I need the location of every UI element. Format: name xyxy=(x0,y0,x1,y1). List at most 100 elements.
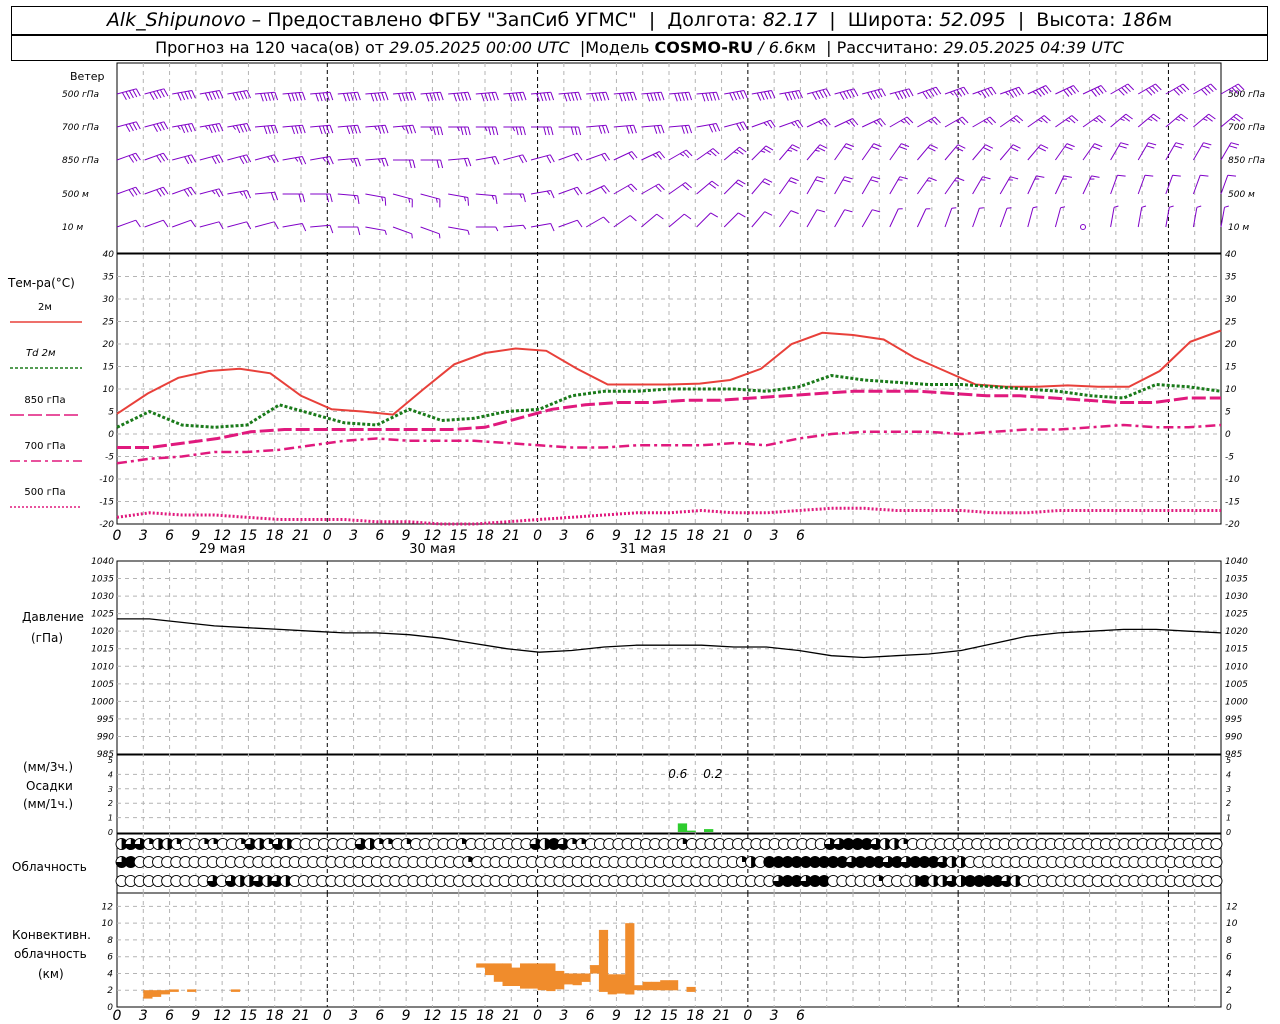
wind-barb-feather xyxy=(1120,118,1125,122)
wind-barb xyxy=(1080,224,1086,230)
wind-barb-feather xyxy=(682,151,690,159)
wind-barb-feather xyxy=(543,126,547,136)
wind-barb xyxy=(1054,143,1075,161)
convective-ytick-left: 4 xyxy=(107,969,113,979)
wind-barb xyxy=(116,219,141,228)
convective-bar xyxy=(230,989,241,992)
wind-barb-shaft xyxy=(944,116,963,128)
wind-barb-shaft xyxy=(806,144,821,161)
wind-barb-feather xyxy=(162,186,169,195)
day-label: 31 мая xyxy=(620,542,666,557)
wind-barb-feather xyxy=(302,193,306,203)
wind-barb xyxy=(1165,113,1189,128)
wind-barb-feather xyxy=(982,176,991,180)
temp-ytick-left: -5 xyxy=(105,453,114,463)
wind-barb xyxy=(778,177,799,195)
bottom-xtick: 12 xyxy=(213,1008,231,1024)
convective-bar xyxy=(476,963,486,968)
convective-bar xyxy=(537,963,547,991)
wind-barb-feather xyxy=(467,92,472,101)
wind-barb xyxy=(668,91,693,102)
temp-legend-label: 500 гПа xyxy=(24,487,65,498)
wind-barb-feather xyxy=(739,90,745,99)
pressure-ytick-left: 1010 xyxy=(91,662,114,672)
wind-barb-feather xyxy=(1120,142,1129,146)
pressure-ytick-left: 1030 xyxy=(91,592,114,602)
wind-barb xyxy=(723,146,747,161)
convective-bar xyxy=(520,963,530,989)
wind-barb-feather xyxy=(318,126,323,135)
wind-barb-shaft xyxy=(834,118,853,128)
wind-barb-shaft xyxy=(1220,175,1229,195)
wind-barb-feather xyxy=(760,92,765,101)
bottom-xtick: 18 xyxy=(686,1008,704,1024)
wind-barb-feather xyxy=(927,146,936,152)
wind-barb-feather xyxy=(294,157,299,162)
wind-barb-feather xyxy=(294,125,299,134)
bottom-xtick: 0 xyxy=(323,1008,332,1024)
wind-barb-feather xyxy=(849,119,856,127)
wind-barb-feather xyxy=(594,93,599,102)
wind-barb-feather xyxy=(1201,145,1210,149)
wind-barb-feather xyxy=(177,92,182,101)
temp-ytick-right: 20 xyxy=(1225,340,1237,350)
day-label: 30 мая xyxy=(409,542,455,557)
wind-barb xyxy=(1027,85,1052,97)
wind-barb-feather xyxy=(629,92,634,101)
wind-barb-feather xyxy=(377,92,382,101)
wind-barb-shaft xyxy=(475,193,496,197)
wind-barb xyxy=(365,157,389,167)
wind-barb-feather xyxy=(633,92,637,101)
wind-barb-feather xyxy=(128,189,135,197)
wind-barb-feather xyxy=(357,226,361,236)
temp-xtick: 0 xyxy=(113,528,122,544)
convective-bar xyxy=(493,963,503,982)
wind-barb-feather xyxy=(159,188,166,196)
wind-barb-feather xyxy=(1018,86,1025,95)
bottom-xtick: 0 xyxy=(533,1008,542,1024)
wind-barb xyxy=(613,91,637,102)
wind-barb-feather xyxy=(788,92,793,101)
wind-barb-feather xyxy=(211,91,217,100)
wind-barb xyxy=(834,88,859,101)
wind-barb-feather xyxy=(467,230,470,235)
wind-barb xyxy=(972,207,984,228)
wind-barb-feather xyxy=(1196,205,1202,208)
wind-barb-shaft xyxy=(641,183,659,195)
wind-barb-feather xyxy=(570,126,574,136)
wind-barb-feather xyxy=(573,154,580,162)
convective-bar xyxy=(590,965,600,974)
pressure-ytick-right: 1030 xyxy=(1225,592,1248,602)
temp-xtick: 21 xyxy=(292,528,310,544)
wind-barb-feather xyxy=(684,92,689,101)
wind-barb-feather xyxy=(412,92,417,101)
wind-barb-feather xyxy=(1040,117,1048,124)
wind-barb-feather xyxy=(350,92,354,101)
convective-axis-unit: (км) xyxy=(38,967,64,981)
wind-barb-feather xyxy=(681,125,685,134)
wind-barb-feather xyxy=(408,92,413,101)
wind-barb xyxy=(392,226,413,239)
wind-barb-feather xyxy=(1148,87,1156,94)
wind-barb-feather xyxy=(1230,142,1240,146)
wind-barb-feather xyxy=(522,126,526,136)
wind-barb-feather xyxy=(381,125,385,134)
wind-barb-feather xyxy=(1113,205,1119,208)
wind-barb xyxy=(861,176,881,195)
wind-barb-shaft xyxy=(779,144,793,161)
pressure-ytick-right: 1000 xyxy=(1225,697,1248,707)
wind-barb-feather xyxy=(495,226,499,232)
wind-barb xyxy=(806,144,828,161)
wind-barb xyxy=(558,219,583,228)
wind-barb-feather xyxy=(601,154,607,162)
wind-barb-shaft xyxy=(778,177,792,195)
wind-barb-feather xyxy=(844,176,853,180)
wind-barb-feather xyxy=(901,90,907,99)
convective-ytick-left: 2 xyxy=(107,986,113,996)
wind-barb-feather xyxy=(849,89,855,98)
convective-ytick-right: 6 xyxy=(1226,953,1232,963)
wind-barb-feather xyxy=(794,121,800,129)
wind-barb-shaft xyxy=(1000,86,1020,95)
wind-barb-feather xyxy=(519,126,523,136)
wind-barb-feather xyxy=(215,90,220,99)
